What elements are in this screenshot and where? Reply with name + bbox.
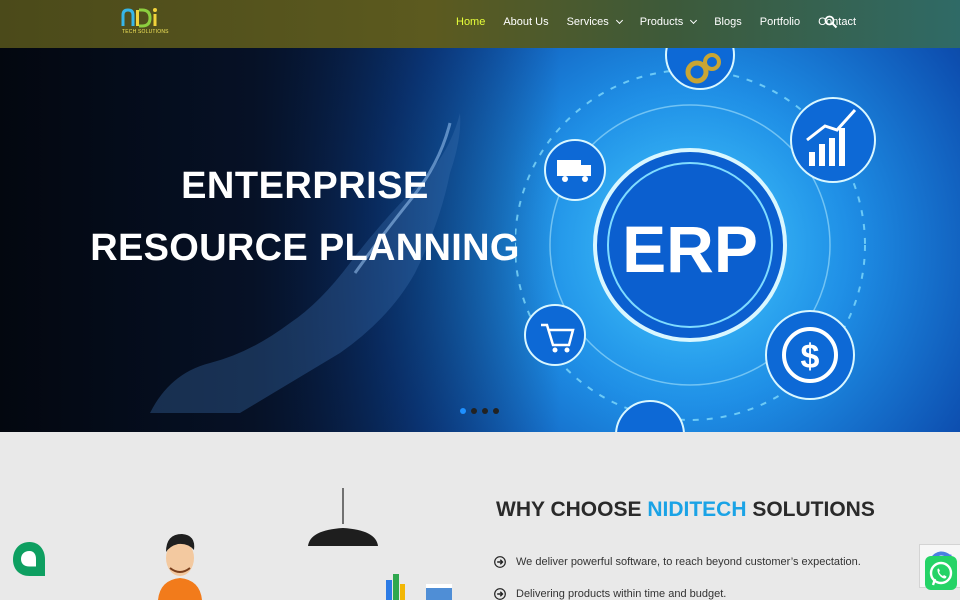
chat-button[interactable] [11, 540, 48, 583]
chat-bubble-icon [21, 551, 36, 567]
slider-dot[interactable] [482, 408, 488, 414]
slider-dot[interactable] [493, 408, 499, 414]
hero-title: ENTERPRISE RESOURCE PLANNING [90, 164, 520, 270]
whatsapp-button[interactable] [925, 556, 957, 590]
chevron-down-icon [690, 16, 698, 25]
site-logo[interactable]: TECH SOLUTIONS [120, 6, 169, 40]
why-list: We deliver powerful software, to reach b… [494, 556, 861, 600]
nav-portfolio[interactable]: Portfolio [760, 16, 800, 28]
site-header: TECH SOLUTIONS Home About Us Services Pr… [0, 0, 960, 48]
svg-text:$: $ [801, 338, 820, 376]
list-item: Delivering products within time and budg… [494, 588, 861, 600]
erp-graphic: ERP $ [515, 48, 890, 432]
main-nav: Home About Us Services Products Blogs Po… [456, 0, 874, 44]
slider-dots [460, 408, 504, 414]
chevron-down-icon [615, 16, 623, 25]
slider-dot[interactable] [471, 408, 477, 414]
nav-products[interactable]: Products [640, 16, 698, 28]
nav-about-us[interactable]: About Us [503, 16, 548, 28]
arrow-right-circle-icon [494, 556, 506, 568]
slider-dot[interactable] [460, 408, 466, 414]
hero-title-line1: ENTERPRISE [181, 165, 429, 207]
hero-title-line2: RESOURCE PLANNING [90, 227, 520, 269]
erp-label: ERP [622, 212, 758, 286]
why-title: WHY CHOOSE NIDITECH SOLUTIONS [496, 498, 875, 521]
search-icon[interactable] [824, 15, 838, 29]
logo-subtitle: TECH SOLUTIONS [122, 29, 169, 35]
hero-slider: ERP $ ENTERPRISE RESOURCE PLANNING [0, 48, 960, 432]
list-item: We deliver powerful software, to reach b… [494, 556, 861, 568]
why-choose-section: WHY CHOOSE NIDITECH SOLUTIONS We deliver… [0, 432, 960, 600]
office-illustration [158, 488, 452, 600]
nav-services[interactable]: Services [567, 16, 623, 28]
logo-mark [121, 8, 157, 28]
nav-blogs[interactable]: Blogs [714, 16, 742, 28]
why-title-accent: NIDITECH [647, 498, 747, 521]
arrow-right-circle-icon [494, 588, 506, 600]
nav-home[interactable]: Home [456, 16, 485, 28]
